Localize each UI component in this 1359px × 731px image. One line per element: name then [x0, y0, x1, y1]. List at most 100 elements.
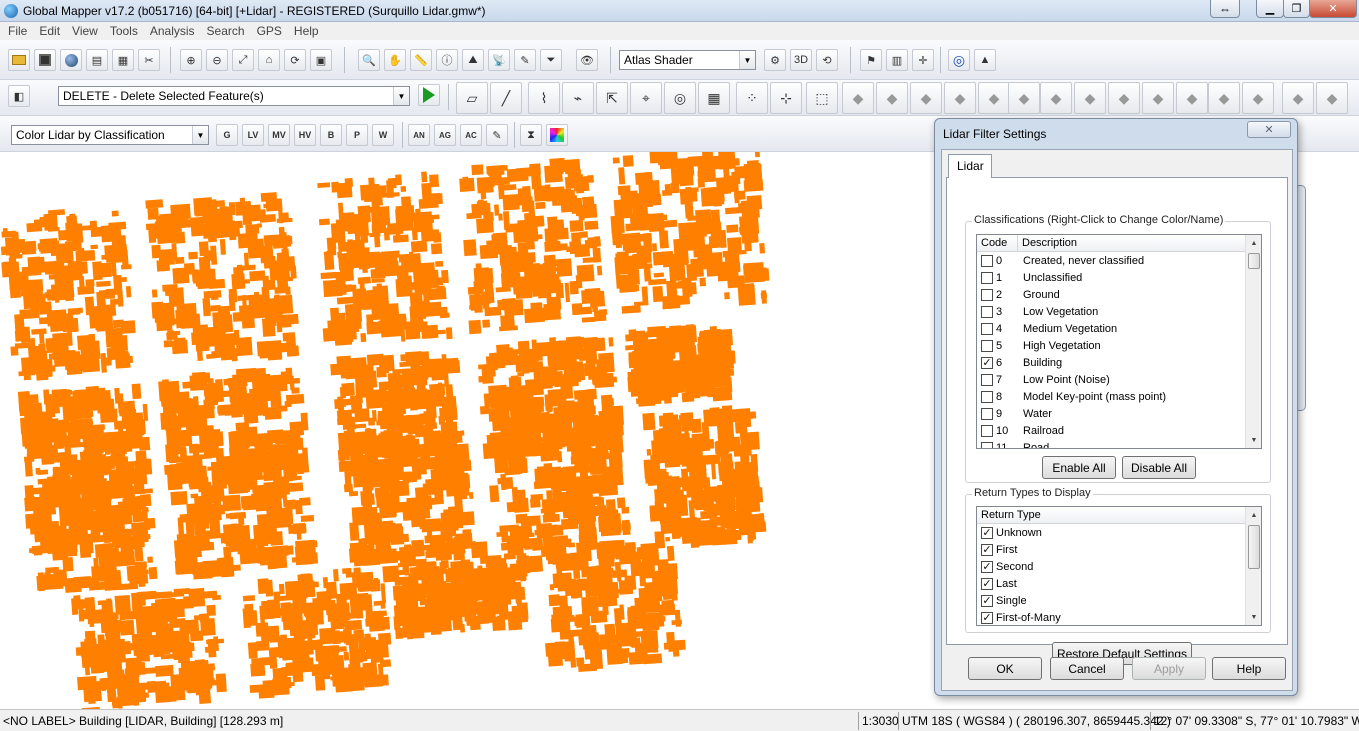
class-checkbox[interactable]	[981, 408, 993, 420]
scroll-thumb[interactable]	[1248, 525, 1260, 569]
refresh-icon[interactable]: ⟳	[284, 49, 306, 71]
split-icon[interactable]: ⌁	[562, 82, 594, 114]
enable-all-button[interactable]: Enable All	[1042, 456, 1116, 479]
class-checkbox[interactable]	[981, 425, 993, 437]
open-folder-icon[interactable]	[8, 49, 30, 71]
move-feature-icon[interactable]: ⇱	[596, 82, 628, 114]
shape-tool-14-icon[interactable]: ◆	[1282, 82, 1314, 114]
class-checkbox[interactable]	[981, 289, 993, 301]
classifications-list[interactable]: Code Description 0 Created, never classif…	[976, 234, 1262, 449]
shape-tool-9-icon[interactable]: ◆	[1108, 82, 1140, 114]
tools-icon[interactable]: ✂	[138, 49, 160, 71]
chevron-down-icon[interactable]: ▼	[739, 51, 755, 69]
menu-file[interactable]: File	[2, 24, 33, 38]
column-header-return-type[interactable]: Return Type	[977, 507, 1247, 524]
tab-lidar[interactable]: Lidar	[948, 154, 992, 178]
menu-edit[interactable]: Edit	[33, 24, 66, 38]
list-item[interactable]: 8 Model Key-point (mass point)	[977, 389, 1261, 406]
list-item[interactable]: 2 Ground	[977, 287, 1261, 304]
lidar-high-veg-button[interactable]: HV	[294, 124, 316, 146]
layer-control-icon[interactable]: ▤	[86, 49, 108, 71]
shape-tool-15-icon[interactable]: ◆	[1316, 82, 1348, 114]
class-checkbox[interactable]	[981, 374, 993, 386]
map-layout-icon[interactable]: ▥	[886, 49, 908, 71]
feature-info-icon[interactable]: ⓘ	[436, 49, 458, 71]
dialog-close-button[interactable]: ✕	[1247, 121, 1291, 138]
maximize-button[interactable]: ❐	[1283, 0, 1310, 18]
menu-gps[interactable]: GPS	[251, 24, 288, 38]
shape-tool-8-icon[interactable]: ◆	[1074, 82, 1106, 114]
lidar-low-veg-button[interactable]: LV	[242, 124, 264, 146]
classifications-scrollbar[interactable]: ▲ ▼	[1245, 235, 1261, 448]
scroll-down-icon[interactable]: ▼	[1246, 432, 1261, 448]
disable-all-button[interactable]: Disable All	[1122, 456, 1196, 479]
menu-analysis[interactable]: Analysis	[144, 24, 201, 38]
lidar-ground-button[interactable]: G	[216, 124, 238, 146]
list-item[interactable]: ✓ First-of-Many	[977, 610, 1261, 625]
digitizer-mode-icon[interactable]: ◧	[8, 85, 30, 107]
shape-tool-3-icon[interactable]: ◆	[910, 82, 942, 114]
shape-tool-7-icon[interactable]: ◆	[1040, 82, 1072, 114]
lidar-building-button[interactable]: B	[320, 124, 342, 146]
run-tool-icon[interactable]	[418, 84, 440, 106]
digitizer-tool-select[interactable]: DELETE - Delete Selected Feature(s) ▼	[58, 86, 410, 106]
apply-button[interactable]: Apply	[1132, 657, 1206, 680]
home-icon[interactable]: ⌂	[258, 49, 280, 71]
list-item[interactable]: ✓ First	[977, 542, 1261, 559]
list-item[interactable]: ✓ Single	[977, 593, 1261, 610]
grid-create-icon[interactable]: ▦	[698, 82, 730, 114]
dropdown-icon[interactable]: ⏷	[540, 49, 562, 71]
save-icon[interactable]	[34, 49, 56, 71]
shape-tool-5-icon[interactable]: ◆	[978, 82, 1010, 114]
zoom-out-icon[interactable]: ⊖	[206, 49, 228, 71]
chevron-down-icon[interactable]: ▼	[192, 126, 208, 144]
shape-tool-12-icon[interactable]: ◆	[1208, 82, 1240, 114]
gps-target-icon[interactable]: ◎	[948, 49, 970, 71]
create-line-icon[interactable]: ╱	[490, 82, 522, 114]
lidar-powerline-button[interactable]: P	[346, 124, 368, 146]
list-item[interactable]: ✓ Second	[977, 559, 1261, 576]
return-types-list[interactable]: Return Type ✓ Unknown ✓ First ✓ Second ✓ Last ✓ S…	[976, 506, 1262, 626]
return-type-checkbox[interactable]: ✓	[981, 527, 993, 539]
chevron-down-icon[interactable]: ▼	[393, 87, 409, 105]
globe-icon[interactable]	[60, 49, 82, 71]
flag-icon[interactable]: ⚑	[860, 49, 882, 71]
list-item[interactable]: ✓ Last	[977, 576, 1261, 593]
measure-icon[interactable]: 📏	[410, 49, 432, 71]
menu-search[interactable]: Search	[201, 24, 251, 38]
ok-button[interactable]: OK	[968, 657, 1042, 680]
list-item[interactable]: 1 Unclassified	[977, 270, 1261, 287]
list-item[interactable]: ✓ Unknown	[977, 525, 1261, 542]
lidar-an-button[interactable]: AN	[408, 124, 430, 146]
coordinates-icon[interactable]: ⌖	[630, 82, 662, 114]
scroll-up-icon[interactable]: ▲	[1246, 235, 1261, 251]
3d-view-icon[interactable]: 3D	[790, 49, 812, 71]
lidar-edit-icon[interactable]: ✎	[486, 124, 508, 146]
return-types-scrollbar[interactable]: ▲ ▼	[1245, 507, 1261, 625]
shape-tool-11-icon[interactable]: ◆	[1176, 82, 1208, 114]
class-checkbox[interactable]	[981, 442, 993, 448]
shape-tool-2-icon[interactable]: ◆	[876, 82, 908, 114]
list-item[interactable]: 5 High Vegetation	[977, 338, 1261, 355]
workspace-icon[interactable]: ▦	[112, 49, 134, 71]
scroll-down-icon[interactable]: ▼	[1246, 609, 1261, 625]
zoom-extents-icon[interactable]: ⤢	[232, 49, 254, 71]
menu-tools[interactable]: Tools	[104, 24, 144, 38]
lidar-water-button[interactable]: W	[372, 124, 394, 146]
list-item[interactable]: 11 Road	[977, 440, 1261, 448]
resize-arrows-icon[interactable]: ⇔	[1210, 0, 1240, 18]
scroll-up-icon[interactable]: ▲	[1246, 507, 1261, 523]
class-checkbox[interactable]	[981, 323, 993, 335]
return-type-checkbox[interactable]: ✓	[981, 578, 993, 590]
north-arrow-icon[interactable]: ▲	[974, 49, 996, 71]
list-item[interactable]: 9 Water	[977, 406, 1261, 423]
class-checkbox[interactable]	[981, 340, 993, 352]
return-type-checkbox[interactable]: ✓	[981, 612, 993, 624]
list-item[interactable]: 4 Medium Vegetation	[977, 321, 1261, 338]
create-area-icon[interactable]: ▱	[456, 82, 488, 114]
class-checkbox[interactable]	[981, 391, 993, 403]
view-shed-icon[interactable]: 📡	[488, 49, 510, 71]
help-button[interactable]: Help	[1212, 657, 1286, 680]
menu-help[interactable]: Help	[288, 24, 325, 38]
select-icon[interactable]: ⬚	[806, 82, 838, 114]
